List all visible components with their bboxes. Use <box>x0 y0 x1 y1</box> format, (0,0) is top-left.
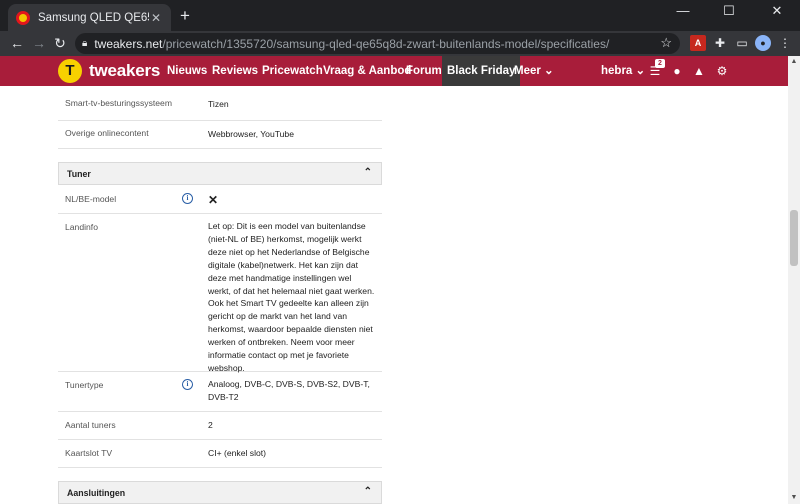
nav-forum[interactable]: Forum <box>406 56 442 86</box>
scrollbar-thumb[interactable] <box>790 210 798 266</box>
tuner-section-header[interactable]: Tuner ⌃ <box>58 162 382 185</box>
cross-icon: ✕ <box>208 193 219 207</box>
tweakers-favicon-icon <box>16 10 30 25</box>
reload-icon[interactable]: ↻ <box>50 33 70 53</box>
tweakers-logo[interactable]: T tweakers <box>58 58 160 84</box>
maximize-button[interactable]: ☐ <box>706 0 752 24</box>
close-window-button[interactable]: ✕ <box>754 0 800 24</box>
puzzle-extensions-icon[interactable]: ✚ <box>712 35 728 51</box>
spec-label: Aantal tuners <box>65 420 116 430</box>
spec-row-kaartslot: Kaartslot TV CI+ (enkel slot) <box>58 440 382 468</box>
lock-icon: 🔒︎ <box>82 38 88 49</box>
notification-count-badge: 2 <box>655 59 665 68</box>
pdf-extension-icon[interactable]: A <box>690 35 706 51</box>
section-title: Tuner <box>67 169 91 179</box>
nav-pricewatch[interactable]: Pricewatch <box>262 56 323 86</box>
spec-label: Overige onlinecontent <box>65 128 149 138</box>
cast-icon[interactable]: ▭ <box>734 35 750 51</box>
back-arrow-icon[interactable]: ← <box>7 33 27 53</box>
specifications-content: Smart-tv-besturingssysteem Tizen Overige… <box>0 86 788 504</box>
nav-nieuws[interactable]: Nieuws <box>167 56 207 86</box>
page-scrollbar[interactable]: ▲ ▼ <box>788 56 800 504</box>
spec-label: Landinfo <box>65 222 98 232</box>
browser-tab-bar: Samsung QLED QE65Q8D Zwart ✕ + — ☐ ✕ <box>0 0 800 31</box>
user-menu[interactable]: hebra ⌄ <box>601 56 645 86</box>
info-icon[interactable]: i <box>182 379 193 390</box>
new-tab-button[interactable]: + <box>180 7 190 24</box>
spec-row: Smart-tv-besturingssysteem Tizen <box>58 98 382 121</box>
spec-value: Let op: Dit is een model van buitenlands… <box>208 221 375 373</box>
spec-value: CI+ (enkel slot) <box>208 448 267 458</box>
spec-row: Overige onlinecontent Webbrowser, YouTub… <box>58 122 382 149</box>
scroll-down-arrow-icon[interactable]: ▼ <box>788 492 800 504</box>
url-path: /pricewatch/1355720/samsung-qled-qe65q8d… <box>162 36 610 51</box>
spec-row-aantal-tuners: Aantal tuners 2 <box>58 412 382 440</box>
messages-chat-icon[interactable]: ● <box>670 64 684 78</box>
forward-arrow-icon[interactable]: → <box>29 33 49 53</box>
address-bar[interactable]: 🔒︎ tweakers.net /pricewatch/1355720/sams… <box>75 33 680 54</box>
profile-avatar[interactable]: ● <box>755 35 771 51</box>
tab-title: Samsung QLED QE65Q8D Zwart <box>38 11 149 24</box>
browser-toolbar: ← → ↻ 🔒︎ tweakers.net /pricewatch/135572… <box>0 31 800 56</box>
spec-row-landinfo: Landinfo Let op: Dit is een model van bu… <box>58 214 382 373</box>
nav-reviews[interactable]: Reviews <box>212 56 258 86</box>
minimize-button[interactable]: — <box>660 0 706 24</box>
spec-label: Smart-tv-besturingssysteem <box>65 98 172 108</box>
spec-row-nl-be-model: NL/BE-model i ✕ <box>58 186 382 214</box>
tweakers-logo-text: tweakers <box>89 61 161 80</box>
url-host: tweakers.net <box>94 36 163 51</box>
info-icon[interactable]: i <box>182 193 193 204</box>
spec-value: Webbrowser, YouTube <box>208 129 294 139</box>
aansluitingen-section-header[interactable]: Aansluitingen ⌃ <box>58 481 382 504</box>
tab-close-icon[interactable]: ✕ <box>149 11 163 25</box>
chevron-up-icon[interactable]: ⌃ <box>364 167 372 178</box>
bookmark-star-icon[interactable]: ☆ <box>660 35 672 51</box>
nav-meer[interactable]: Meer ⌄ <box>514 56 554 86</box>
spec-label: Kaartslot TV <box>65 448 113 458</box>
browser-menu-icon[interactable]: ⋮ <box>777 35 793 51</box>
spec-label: NL/BE-model <box>65 194 117 204</box>
browser-tab[interactable]: Samsung QLED QE65Q8D Zwart ✕ <box>8 4 171 31</box>
spec-value: Analoog, DVB-C, DVB-S, DVB-S2, DVB-T, DV… <box>208 379 370 402</box>
spec-value: 2 <box>208 420 213 430</box>
nav-vraag-aanbod[interactable]: Vraag & Aanbod <box>323 56 411 86</box>
settings-cart-icon[interactable]: ⚙ <box>715 64 729 78</box>
alerts-bell-icon[interactable]: ▲ <box>692 64 706 78</box>
chevron-up-icon[interactable]: ⌃ <box>364 486 372 497</box>
nav-black-friday[interactable]: Black Friday <box>442 56 521 86</box>
section-title: Aansluitingen <box>67 488 126 498</box>
scroll-up-arrow-icon[interactable]: ▲ <box>788 56 800 68</box>
site-header: T tweakers Nieuws Reviews Pricewatch Vra… <box>0 56 788 86</box>
spec-value: Tizen <box>208 99 229 109</box>
spec-label: Tunertype <box>65 380 104 390</box>
tweakers-logo-mark: T <box>58 59 82 83</box>
spec-row-tunertype: Tunertype i Analoog, DVB-C, DVB-S, DVB-S… <box>58 372 382 412</box>
